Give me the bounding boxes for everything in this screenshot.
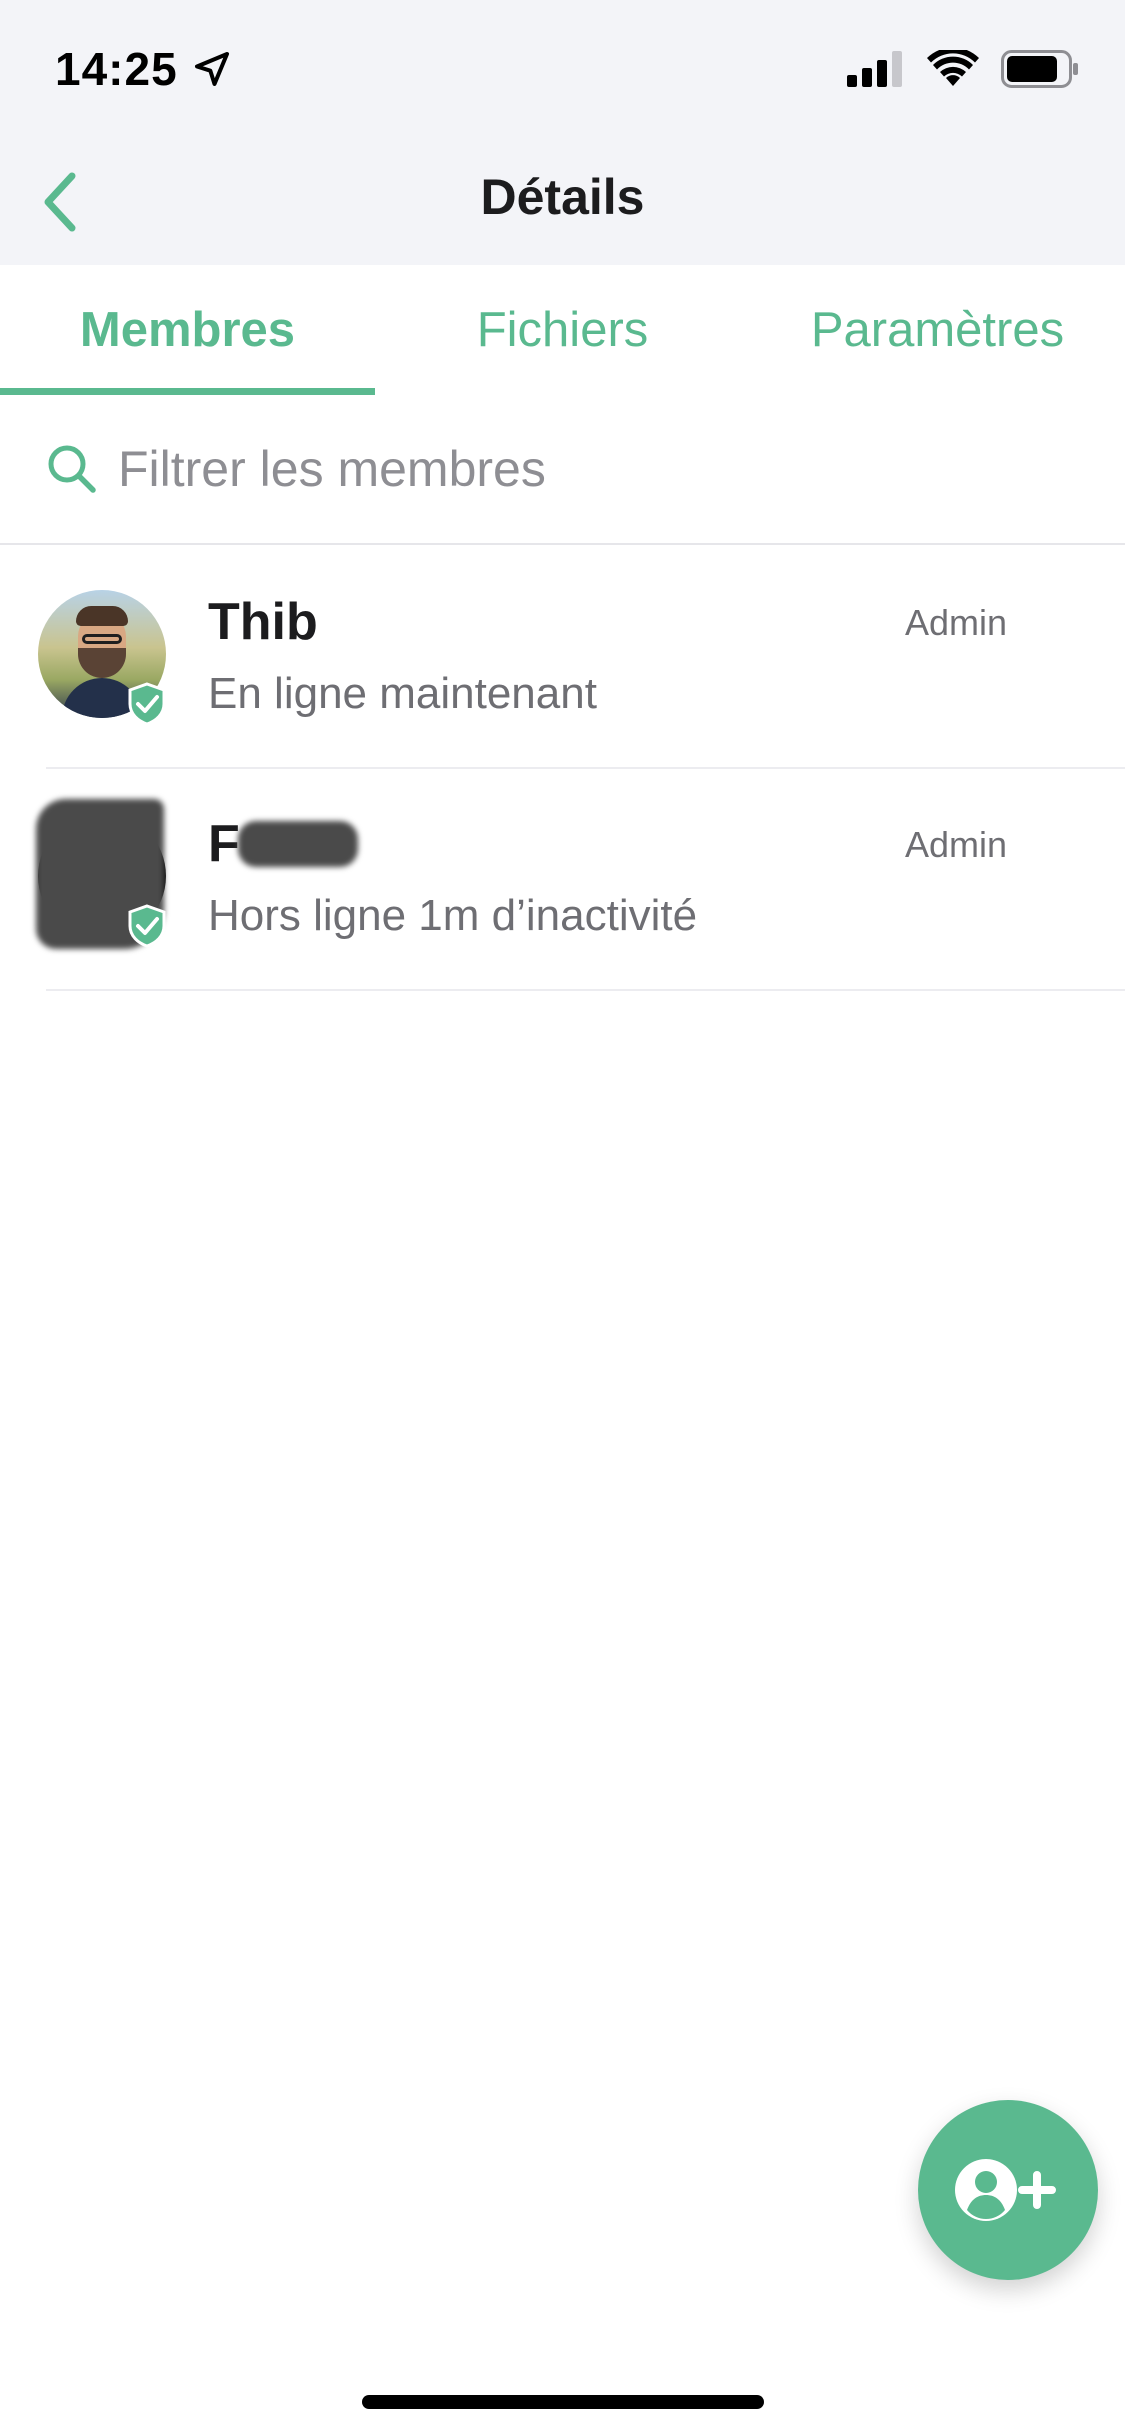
cellular-signal-icon [847,51,902,87]
member-status: Hors ligne 1m d’inactivité [208,891,698,940]
member-status: En ligne maintenant [208,669,597,718]
row-divider [46,989,1125,991]
verified-shield-icon [128,682,166,726]
battery-icon [1001,50,1078,88]
member-role-badge: Admin [904,824,1007,865]
member-name: Thib [208,593,318,651]
member-filter-input[interactable] [118,440,1018,498]
status-time: 14:25 [55,43,178,95]
add-user-icon [955,2159,1056,2221]
member-name: F [208,815,240,873]
redaction-mark [238,821,358,867]
home-indicator [362,2395,764,2409]
member-row[interactable]: Thib En ligne maintenant Admin [0,547,1125,769]
navigation-bar: Détails [0,140,1125,265]
status-bar: 14:25 [0,0,1125,140]
app-screen: 14:25 Détails Membres Fichiers Paramètre… [0,0,1125,2436]
tab-members[interactable]: Membres [0,265,375,395]
search-icon [48,445,96,493]
wifi-icon [927,50,979,86]
tab-bar: Membres Fichiers Paramètres [0,265,1125,395]
add-member-button[interactable] [918,2100,1098,2280]
location-arrow-icon [194,52,229,86]
tab-files[interactable]: Fichiers [375,265,750,395]
member-filter-bar [0,395,1125,545]
tab-settings[interactable]: Paramètres [750,265,1125,395]
status-icons [847,50,1081,88]
member-role-badge: Admin [904,602,1007,643]
status-time-group: 14:25 [55,42,232,96]
verified-shield-icon [128,904,166,948]
member-row[interactable]: F Hors ligne 1m d’inactivité Admin [0,769,1125,991]
page-title: Détails [480,169,645,225]
